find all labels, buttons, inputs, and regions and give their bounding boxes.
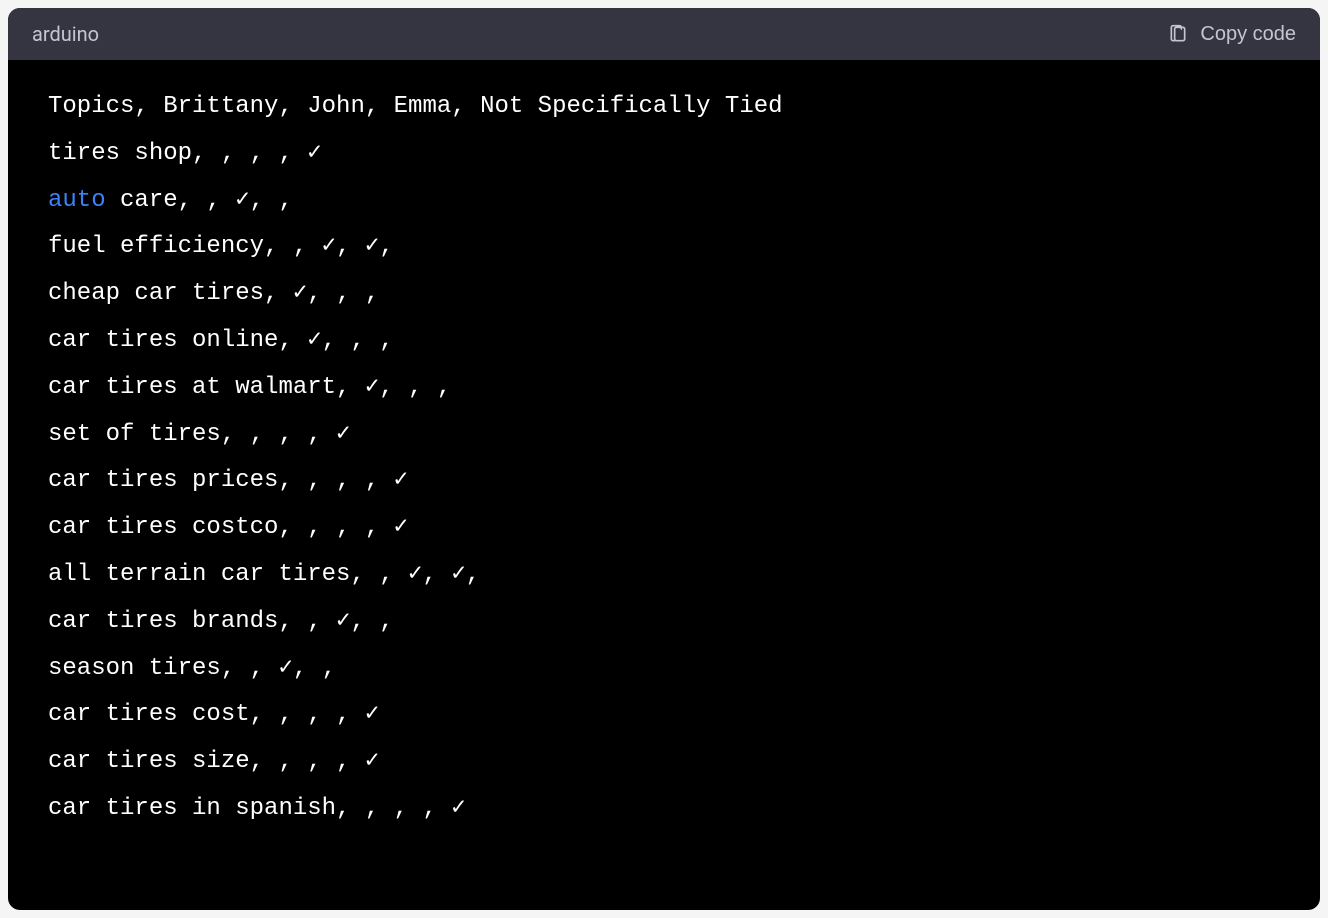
code-line: car tires size, , , , ✓ — [48, 739, 1280, 786]
code-lines-container: Topics, Brittany, John, Emma, Not Specif… — [48, 84, 1280, 833]
language-label: arduino — [32, 22, 99, 46]
code-block: arduino Copy code Topics, Brittany, John… — [8, 8, 1320, 910]
code-line: cheap car tires, ✓, , , — [48, 271, 1280, 318]
code-line: season tires, , ✓, , — [48, 646, 1280, 693]
code-line: tires shop, , , , ✓ — [48, 131, 1280, 178]
code-line: car tires brands, , ✓, , — [48, 599, 1280, 646]
code-line: Topics, Brittany, John, Emma, Not Specif… — [48, 84, 1280, 131]
copy-code-label: Copy code — [1200, 23, 1296, 46]
code-line: car tires prices, , , , ✓ — [48, 458, 1280, 505]
clipboard-icon — [1168, 24, 1188, 44]
copy-code-button[interactable]: Copy code — [1168, 23, 1296, 46]
code-line: car tires online, ✓, , , — [48, 318, 1280, 365]
code-header: arduino Copy code — [8, 8, 1320, 60]
code-content[interactable]: Topics, Brittany, John, Emma, Not Specif… — [8, 60, 1320, 910]
code-line: all terrain car tires, , ✓, ✓, — [48, 552, 1280, 599]
code-line: car tires cost, , , , ✓ — [48, 692, 1280, 739]
code-line: car tires in spanish, , , , ✓ — [48, 786, 1280, 833]
code-line: car tires costco, , , , ✓ — [48, 505, 1280, 552]
code-line: car tires at walmart, ✓, , , — [48, 365, 1280, 412]
code-line: set of tires, , , , ✓ — [48, 412, 1280, 459]
code-line: fuel efficiency, , ✓, ✓, — [48, 224, 1280, 271]
code-line: auto care, , ✓, , — [48, 178, 1280, 225]
